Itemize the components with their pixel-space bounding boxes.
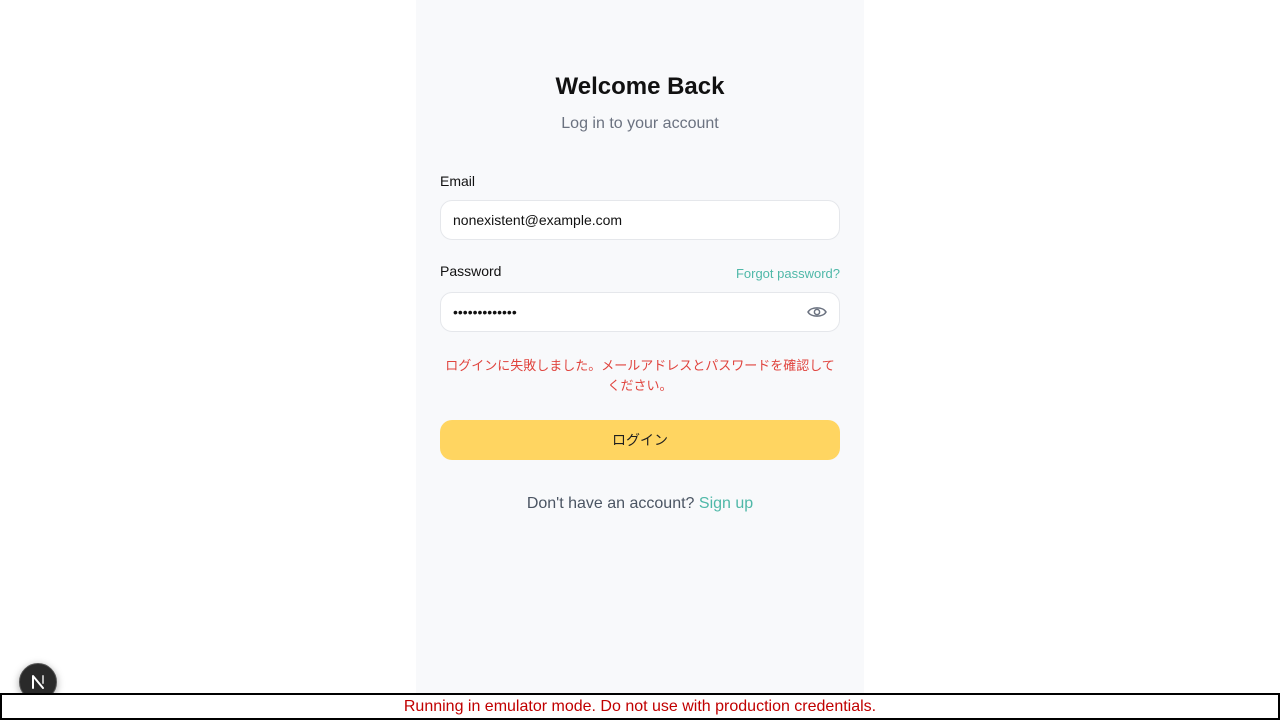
login-button[interactable]: ログイン (440, 420, 840, 460)
page-title: Welcome Back (555, 73, 725, 100)
no-account-text: Don't have an account? (526, 495, 695, 512)
password-label: Password (440, 263, 502, 279)
eye-icon[interactable] (806, 302, 828, 322)
email-label: Email (440, 173, 476, 189)
signup-prompt: Don't have an account? Sign up (416, 495, 864, 513)
forgot-password-link[interactable]: Forgot password? (736, 266, 840, 281)
signup-link[interactable]: Sign up (699, 495, 753, 512)
login-panel: Welcome Back Log in to your account Emai… (416, 0, 864, 720)
emulator-warning-banner: Running in emulator mode. Do not use wit… (0, 693, 1280, 720)
page-subtitle: Log in to your account (561, 115, 719, 132)
password-field[interactable] (440, 292, 840, 332)
email-field[interactable] (440, 200, 840, 240)
error-message: ログインに失敗しました。メールアドレスとパスワードを確認してください。 (445, 358, 835, 393)
